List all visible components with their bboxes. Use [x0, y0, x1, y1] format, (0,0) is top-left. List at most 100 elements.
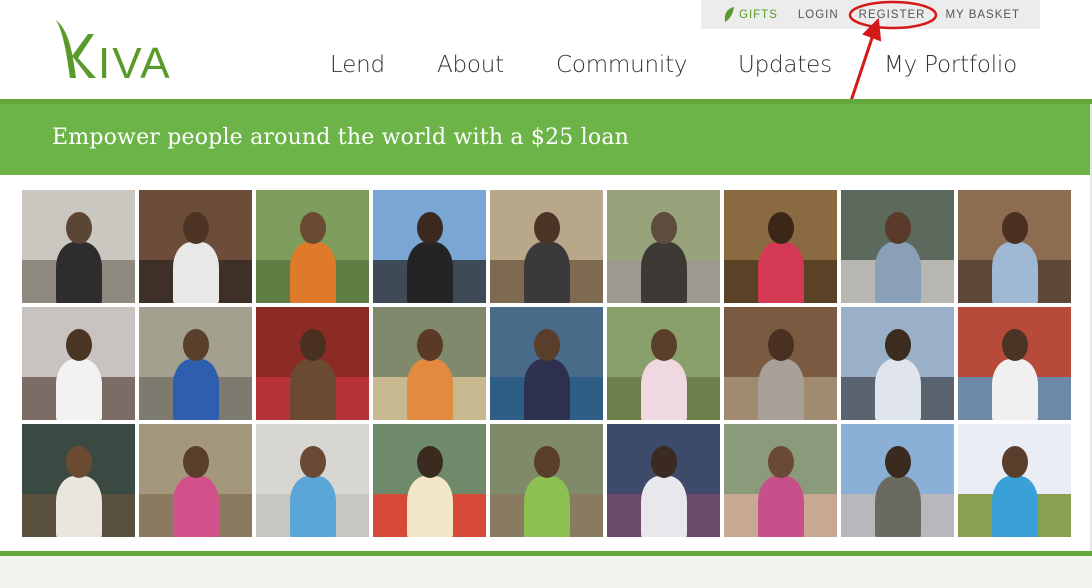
borrower-figure-body [992, 359, 1038, 420]
borrower-figure-head [417, 446, 443, 478]
borrower-figure-head [66, 329, 92, 361]
borrower-figure-head [534, 212, 560, 244]
borrower-figure-body [524, 359, 570, 420]
borrower-figure-head [768, 212, 794, 244]
borrower-figure-body [290, 359, 336, 420]
borrower-photo[interactable] [607, 190, 720, 303]
borrower-figure-body [992, 242, 1038, 303]
borrower-photo[interactable] [958, 307, 1071, 420]
borrower-figure-head [183, 329, 209, 361]
borrower-figure-body [173, 359, 219, 420]
borrower-photo[interactable] [490, 307, 603, 420]
borrower-photo[interactable] [490, 424, 603, 537]
borrower-photo[interactable] [139, 424, 252, 537]
borrower-photo[interactable] [490, 190, 603, 303]
borrower-photo[interactable] [841, 190, 954, 303]
borrower-figure-body [173, 242, 219, 303]
borrower-figure-body [290, 476, 336, 537]
gifts-link[interactable]: GIFTS [723, 6, 778, 23]
borrower-figure-head [417, 212, 443, 244]
borrower-figure-head [183, 446, 209, 478]
footer-area [0, 556, 1092, 588]
borrower-photo[interactable] [22, 424, 135, 537]
borrower-figure-body [524, 476, 570, 537]
banner-tagline: Empower people around the world with a $… [52, 125, 630, 150]
gifts-label: GIFTS [739, 8, 778, 21]
borrower-figure-head [885, 329, 911, 361]
borrower-photo[interactable] [841, 307, 954, 420]
borrower-figure-body [56, 476, 102, 537]
borrower-figure-body [641, 476, 687, 537]
borrower-photo[interactable] [724, 307, 837, 420]
borrower-photo[interactable] [373, 424, 486, 537]
borrower-figure-head [300, 329, 326, 361]
borrower-photo[interactable] [373, 190, 486, 303]
borrower-figure-head [768, 446, 794, 478]
borrower-figure-head [1002, 212, 1028, 244]
borrower-figure-head [651, 212, 677, 244]
borrower-figure-head [885, 446, 911, 478]
borrower-photo[interactable] [724, 190, 837, 303]
borrower-photo[interactable] [22, 190, 135, 303]
borrower-figure-head [66, 212, 92, 244]
borrower-figure-body [875, 476, 921, 537]
borrower-figure-body [56, 359, 102, 420]
annotation-arrow [846, 25, 878, 111]
borrower-photo[interactable] [841, 424, 954, 537]
borrower-figure-body [407, 359, 453, 420]
borrower-figure-head [183, 212, 209, 244]
borrower-figure-body [758, 242, 804, 303]
my-basket-link[interactable]: MY BASKET [945, 9, 1020, 21]
logo-text: IVA [98, 39, 172, 82]
kiva-logo[interactable]: IVA [52, 18, 177, 88]
borrower-photo[interactable] [22, 307, 135, 420]
borrower-photo[interactable] [607, 307, 720, 420]
borrower-figure-head [768, 329, 794, 361]
borrower-figure-body [992, 476, 1038, 537]
leaf-icon [724, 7, 734, 22]
borrower-figure-body [173, 476, 219, 537]
borrower-figure-body [407, 242, 453, 303]
borrower-figure-body [758, 476, 804, 537]
nav-about[interactable]: About [437, 52, 504, 78]
borrower-figure-head [66, 446, 92, 478]
borrower-figure-body [290, 242, 336, 303]
nav-updates[interactable]: Updates [738, 52, 832, 78]
borrower-photo[interactable] [256, 307, 369, 420]
login-link[interactable]: LOGIN [798, 9, 839, 21]
borrower-photo[interactable] [139, 307, 252, 420]
borrower-figure-head [417, 329, 443, 361]
borrower-photo[interactable] [958, 424, 1071, 537]
nav-my-portfolio[interactable]: My Portfolio [884, 52, 1017, 78]
borrower-photo[interactable] [139, 190, 252, 303]
borrower-photo[interactable] [958, 190, 1071, 303]
borrower-figure-head [1002, 446, 1028, 478]
kiva-homepage: GIFTS LOGIN REGISTER MY BASKET IVA Lend … [0, 0, 1092, 588]
borrower-figure-head [651, 329, 677, 361]
borrower-figure-head [300, 212, 326, 244]
borrower-photo[interactable] [256, 190, 369, 303]
borrower-figure-head [651, 446, 677, 478]
borrower-photo-grid [22, 190, 1071, 537]
borrower-figure-body [56, 242, 102, 303]
borrower-figure-body [407, 476, 453, 537]
borrower-photo[interactable] [256, 424, 369, 537]
register-link[interactable]: REGISTER [859, 9, 926, 21]
borrower-figure-body [524, 242, 570, 303]
borrower-figure-body [875, 359, 921, 420]
borrower-figure-body [641, 359, 687, 420]
borrower-photo[interactable] [607, 424, 720, 537]
borrower-figure-head [300, 446, 326, 478]
borrower-photo[interactable] [373, 307, 486, 420]
borrower-photo[interactable] [724, 424, 837, 537]
nav-lend[interactable]: Lend [330, 52, 385, 78]
utility-bar: GIFTS LOGIN REGISTER MY BASKET [701, 0, 1040, 29]
nav-community[interactable]: Community [556, 52, 688, 78]
borrower-figure-head [1002, 329, 1028, 361]
borrower-figure-body [641, 242, 687, 303]
borrower-figure-body [758, 359, 804, 420]
borrower-figure-head [534, 446, 560, 478]
borrower-figure-body [875, 242, 921, 303]
borrower-figure-head [885, 212, 911, 244]
borrower-figure-head [534, 329, 560, 361]
